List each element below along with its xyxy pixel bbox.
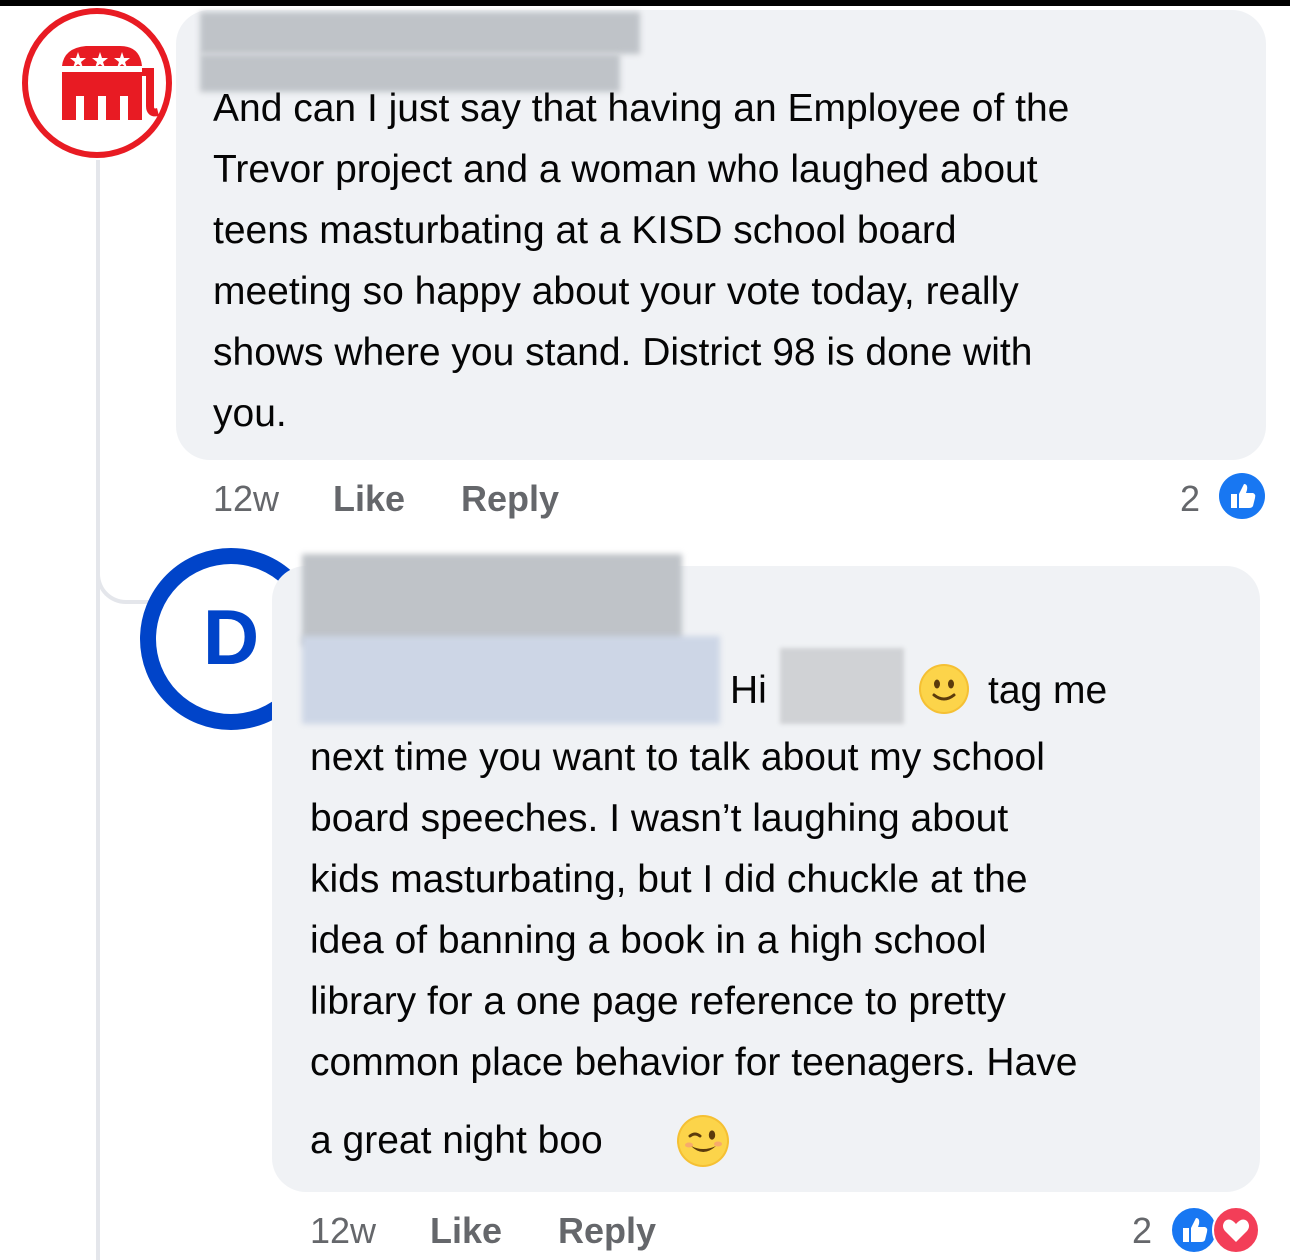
comment-text-line: common place behavior for teenagers. Hav… <box>310 1041 1078 1084</box>
like-icon[interactable] <box>1218 472 1266 520</box>
top-border <box>0 0 1290 6</box>
comment-1-reply-button[interactable]: Reply <box>461 478 559 520</box>
wink-emoji-icon <box>677 1115 729 1167</box>
comment-2-reaction-count[interactable]: 2 <box>1132 1210 1152 1252</box>
comment-text-line: meeting so happy about your vote today, … <box>213 270 1019 313</box>
svg-text:D: D <box>203 593 259 681</box>
thread-branch <box>96 520 160 604</box>
redacted-commenter-name <box>302 554 682 646</box>
redacted-commenter-name <box>302 636 720 724</box>
comment-text-line: teens masturbating at a KISD school boar… <box>213 209 957 252</box>
redacted-commenter-name <box>200 12 640 54</box>
smile-emoji-icon <box>919 664 969 714</box>
comment-text-line: library for a one page reference to pret… <box>310 980 1006 1023</box>
comment-2-reply-button[interactable]: Reply <box>558 1210 656 1252</box>
comment-text-line: idea of banning a book in a high school <box>310 919 987 962</box>
comment-text-line: next time you want to talk about my scho… <box>310 736 1045 779</box>
comment-text-line: Trevor project and a woman who laughed a… <box>213 148 1038 191</box>
comment-text-line: a great night boo <box>310 1119 603 1162</box>
comment-2-like-button[interactable]: Like <box>430 1210 502 1252</box>
thread-line <box>96 160 100 1260</box>
love-icon[interactable] <box>1212 1206 1260 1254</box>
comment-text-line: shows where you stand. District 98 is do… <box>213 331 1033 374</box>
comment-2-greeting: Hi <box>730 669 767 712</box>
redacted-tagged-name[interactable] <box>780 648 904 724</box>
comment-1-like-button[interactable]: Like <box>333 478 405 520</box>
comment-1-time[interactable]: 12w <box>213 478 279 520</box>
comment-2-time[interactable]: 12w <box>310 1210 376 1252</box>
comment-text-line: you. <box>213 392 287 435</box>
comment-2-first-line-suffix: tag me <box>988 669 1108 712</box>
comment-text-line: board speeches. I wasn’t laughing about <box>310 797 1009 840</box>
like-icon[interactable] <box>1170 1206 1218 1254</box>
comment-1-reaction-count[interactable]: 2 <box>1180 478 1200 520</box>
gop-elephant-icon <box>62 46 159 120</box>
comment-text-line: kids masturbating, but I did chuckle at … <box>310 858 1028 901</box>
avatar-gop[interactable] <box>22 8 172 158</box>
comment-text-line: And can I just say that having an Employ… <box>213 87 1070 130</box>
